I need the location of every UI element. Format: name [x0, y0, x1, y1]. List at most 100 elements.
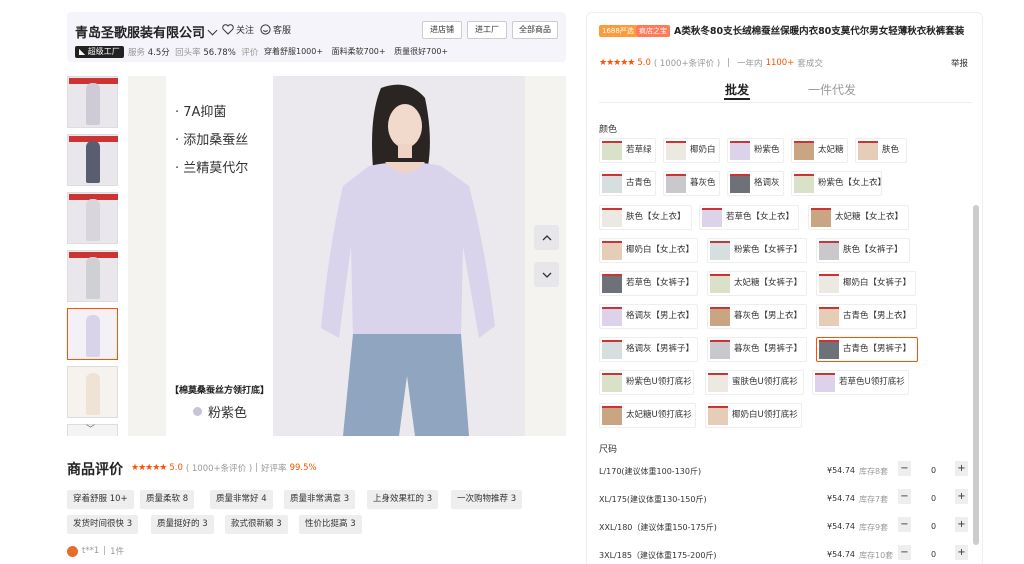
good-rate-label: 好评率: [261, 464, 287, 474]
image-next-button[interactable]: [534, 262, 559, 287]
shop-name-text[interactable]: 青岛圣歌服装有限公司: [75, 26, 205, 41]
size-stock: 库存8套: [859, 467, 889, 476]
all-products-button[interactable]: 全部商品: [512, 21, 558, 39]
quantity-plus-button[interactable]: +: [955, 461, 968, 476]
image-caption: 【棉莫桑蚕丝方领打底】: [170, 386, 270, 396]
color-option[interactable]: 若草色U领打底衫: [812, 370, 909, 395]
quantity-minus-button[interactable]: −: [898, 545, 911, 560]
color-option[interactable]: 若草色【女上衣】: [699, 205, 799, 230]
review-tag[interactable]: 质量非常好 4: [210, 490, 273, 509]
color-swatch-thumbnail: [702, 208, 722, 227]
color-option[interactable]: 蜜肤色U领打底衫: [705, 370, 804, 395]
tab-dropship[interactable]: 一件代发: [808, 81, 856, 98]
color-option-label: 暮灰色: [690, 178, 716, 188]
service-score: 4.5分: [147, 48, 170, 58]
color-option[interactable]: 格调灰: [727, 171, 784, 196]
color-option[interactable]: 若草绿: [599, 138, 656, 163]
color-option[interactable]: 肤色【女上衣】: [599, 205, 692, 230]
thumbnail[interactable]: [67, 134, 118, 186]
main-product-image: · 7A抑菌 · 添加桑蚕丝 · 兰精莫代尔 【棉莫桑蚕丝方领打底】 粉紫色: [128, 76, 566, 436]
review-tag[interactable]: 穿着舒服 10+: [67, 490, 134, 509]
color-option-label: 格调灰: [754, 178, 780, 188]
review-count[interactable]: ( 1000+条评价 ): [186, 462, 252, 474]
thumbnail[interactable]: [67, 76, 118, 128]
size-stock: 库存9套: [859, 523, 889, 532]
thumbnail-selected[interactable]: [67, 308, 118, 360]
report-link[interactable]: 举报: [951, 57, 968, 69]
color-option[interactable]: 椰奶白U领打底衫: [705, 403, 802, 428]
color-option[interactable]: 格调灰【男上衣】: [599, 304, 698, 329]
color-option[interactable]: 肤色: [855, 138, 907, 163]
star-rating-icon: ★★★★★: [131, 463, 167, 473]
quantity-minus-button[interactable]: −: [898, 461, 911, 476]
size-row: XXL/180（建议体重150-175斤) ¥54.74 库存9套 − 0 +: [599, 517, 972, 537]
color-option[interactable]: 暮灰色【男裤子】: [707, 337, 807, 362]
size-stock: 库存7套: [859, 495, 889, 504]
color-option[interactable]: 椰奶白【女上衣】: [599, 238, 698, 263]
color-option[interactable]: 太妃糖: [791, 138, 848, 163]
color-option[interactable]: 暮灰色: [663, 171, 720, 196]
quantity-value[interactable]: 0: [931, 466, 936, 475]
review-tag[interactable]: 一次购物推荐 3: [451, 490, 523, 509]
color-option[interactable]: 古青色: [599, 171, 656, 196]
color-option[interactable]: 太妃糖【女裤子】: [707, 271, 807, 296]
size-name: XL/175(建议体重130-150斤): [599, 495, 707, 504]
review-tag[interactable]: 质量柔软 8: [140, 490, 195, 509]
color-option[interactable]: 若草色【女裤子】: [599, 271, 698, 296]
color-option[interactable]: 粉紫色【女上衣】: [791, 171, 886, 196]
model-photo: [273, 76, 525, 436]
quantity-value[interactable]: 0: [931, 522, 936, 531]
color-option[interactable]: 太妃糖【女上衣】: [808, 205, 909, 230]
quantity-value[interactable]: 0: [931, 550, 936, 559]
review-tag[interactable]: 质量非常满意 3: [284, 490, 356, 509]
scrollbar[interactable]: [973, 205, 979, 545]
thumbs-down-arrow-icon[interactable]: ﹀: [86, 422, 95, 435]
color-option-label: 若草绿: [626, 145, 652, 155]
color-swatch-thumbnail: [602, 307, 622, 326]
color-option-selected[interactable]: 古青色【男裤子】: [816, 337, 918, 362]
thumbnail[interactable]: [67, 366, 118, 418]
shop-name[interactable]: 青岛圣歌服装有限公司: [75, 22, 218, 41]
quantity-value[interactable]: 0: [931, 494, 936, 503]
quantity-plus-button[interactable]: +: [955, 545, 968, 560]
feature-text: · 添加桑蚕丝: [175, 133, 249, 148]
color-swatch-thumbnail: [602, 274, 622, 293]
customer-service-button[interactable]: 客服: [260, 23, 291, 36]
color-option-label: 格调灰【男上衣】: [626, 311, 695, 321]
color-option[interactable]: 粉紫色【女裤子】: [707, 238, 807, 263]
quantity-plus-button[interactable]: +: [955, 489, 968, 504]
color-option[interactable]: 粉紫色: [727, 138, 784, 163]
thumbnail[interactable]: [67, 250, 118, 302]
yanxuan-badge: 1688严选: [599, 25, 637, 37]
color-option[interactable]: 肤色【女裤子】: [816, 238, 910, 263]
tab-wholesale[interactable]: 批发: [725, 81, 749, 98]
review-tag[interactable]: 上身效果杠的 3: [367, 490, 439, 509]
review-tag[interactable]: 性价比挺高 3: [299, 515, 362, 534]
review-tag[interactable]: 质量挺好的 3: [151, 515, 214, 534]
image-prev-button[interactable]: [534, 225, 559, 250]
color-option[interactable]: 椰奶白: [663, 138, 720, 163]
color-option[interactable]: 格调灰【男裤子】: [599, 337, 698, 362]
color-swatch-thumbnail: [710, 340, 730, 359]
color-option[interactable]: 暮灰色【男上衣】: [707, 304, 807, 329]
color-option[interactable]: 椰奶白【女裤子】: [816, 271, 916, 296]
color-option[interactable]: 粉紫色U领打底衫: [599, 370, 694, 395]
chevron-down-icon[interactable]: [207, 25, 218, 36]
color-swatch-thumbnail: [708, 373, 728, 392]
quantity-plus-button[interactable]: +: [955, 517, 968, 532]
enter-shop-button[interactable]: 进店铺: [422, 21, 462, 39]
thumbnail[interactable]: [67, 192, 118, 244]
color-option[interactable]: 古青色【男上衣】: [816, 304, 917, 329]
enter-factory-button[interactable]: 进工厂: [467, 21, 507, 39]
color-option-label: 若草色【女裤子】: [626, 278, 695, 288]
rating-count[interactable]: ( 1000+条评价 ): [654, 57, 720, 69]
color-option-label: 若草色【女上衣】: [726, 212, 795, 222]
review-tag[interactable]: 款式很新颖 3: [225, 515, 288, 534]
color-option[interactable]: 太妃糖U领打底衫: [599, 403, 696, 428]
quantity-minus-button[interactable]: −: [898, 517, 911, 532]
quantity-minus-button[interactable]: −: [898, 489, 911, 504]
follow-button[interactable]: 关注: [222, 23, 254, 36]
review-label: 评价: [241, 48, 259, 58]
reviews-summary: ★★★★★ 5.0 ( 1000+条评价 ) | 好评率 99.5%: [131, 462, 317, 474]
review-tag[interactable]: 发货时间很快 3: [67, 515, 139, 534]
